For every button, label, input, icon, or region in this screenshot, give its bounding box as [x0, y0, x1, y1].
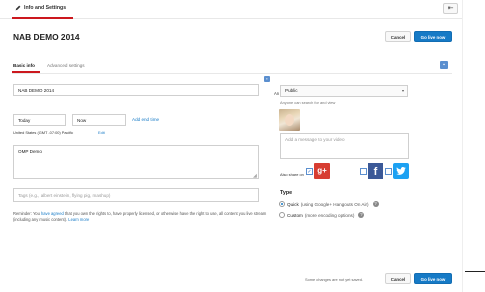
timezone-label: United States (GMT -07:00) Pacific — [13, 130, 74, 135]
info-icon[interactable]: ▪ — [264, 76, 270, 82]
back-arrow-icon: ⇤ — [447, 5, 454, 12]
tags-input[interactable]: Tags (e.g., albert einstein, flying pig,… — [13, 188, 259, 202]
footer-go-live-button[interactable]: Go live now — [414, 273, 452, 284]
radio-custom[interactable] — [279, 212, 285, 218]
tab-info-label: Info and Settings — [24, 5, 67, 11]
tabs-divider — [12, 73, 452, 74]
privacy-hint: Anyone can search for and view — [280, 100, 336, 105]
unsaved-status: Some changes are not yet saved. — [305, 277, 363, 282]
active-tab-indicator — [12, 17, 73, 19]
tab-info-and-settings[interactable]: Info and Settings — [15, 5, 66, 11]
back-button[interactable]: ⇤ — [443, 3, 458, 14]
chevron-down-icon: ▾ — [401, 88, 404, 93]
resize-handle-icon[interactable]: ◢ — [253, 173, 257, 179]
help-icon[interactable]: ? — [372, 201, 379, 207]
privacy-select[interactable]: Public ▾ — [280, 85, 408, 97]
help-icon[interactable]: ? — [358, 212, 365, 218]
avatar-face — [285, 114, 294, 126]
tab-advanced-settings[interactable]: Advanced settings — [47, 63, 85, 68]
timezone-edit-link[interactable]: Edit — [98, 130, 105, 135]
also-share-label: Also share on — [280, 172, 304, 177]
page-title: NAB DEMO 2014 — [13, 32, 80, 42]
footer-cancel-button[interactable]: Cancel — [385, 273, 411, 284]
description-textarea[interactable]: OMP Demo — [13, 145, 259, 179]
gplus-share-checkbox[interactable]: ✓ — [306, 168, 313, 175]
share-message-input[interactable]: Add a message to your video — [280, 133, 409, 159]
date-input[interactable]: Today — [13, 114, 66, 126]
type-custom-option[interactable]: Custom (more encoding options) ? — [279, 212, 365, 218]
avatar — [279, 109, 300, 131]
quick-label: Quick — [287, 201, 299, 207]
privacy-selected-value: Public — [285, 88, 298, 93]
twitter-bird-icon — [396, 167, 406, 175]
reminder-text: Reminder: You have agreed that you own t… — [13, 211, 271, 223]
settings-help-icon[interactable]: ▪ — [440, 61, 448, 69]
custom-label: Custom — [287, 212, 303, 218]
privacy-cropped-label: An — [274, 91, 280, 96]
facebook-share-checkbox[interactable] — [360, 168, 367, 175]
quick-detail: (using Google+ Hangouts On Air) — [300, 201, 369, 207]
title-input[interactable]: NAB DEMO 2014 — [13, 84, 259, 96]
type-quick-option[interactable]: Quick (using Google+ Hangouts On Air) ? — [279, 201, 379, 207]
go-live-button[interactable]: Go live now — [414, 31, 452, 42]
twitter-icon[interactable] — [393, 163, 409, 179]
add-end-time-link[interactable]: Add end time — [132, 117, 159, 122]
twitter-share-checkbox[interactable] — [385, 168, 392, 175]
type-heading: Type — [280, 190, 293, 196]
learn-more-link[interactable]: Learn more — [68, 217, 89, 222]
facebook-icon[interactable]: f — [368, 163, 383, 179]
pencil-icon — [15, 5, 21, 11]
radio-quick[interactable] — [279, 201, 285, 207]
have-agreed-link[interactable]: have agreed — [41, 211, 64, 216]
time-input[interactable]: Now — [72, 114, 126, 126]
edge-line — [465, 271, 485, 272]
reminder-prefix: Reminder: You — [13, 211, 41, 216]
custom-detail: (more encoding options) — [304, 212, 355, 218]
tab-basic-info[interactable]: Basic info — [13, 63, 35, 68]
cancel-button[interactable]: Cancel — [385, 31, 411, 42]
google-plus-icon[interactable]: g+ — [314, 163, 330, 179]
panel-divider — [462, 0, 463, 292]
